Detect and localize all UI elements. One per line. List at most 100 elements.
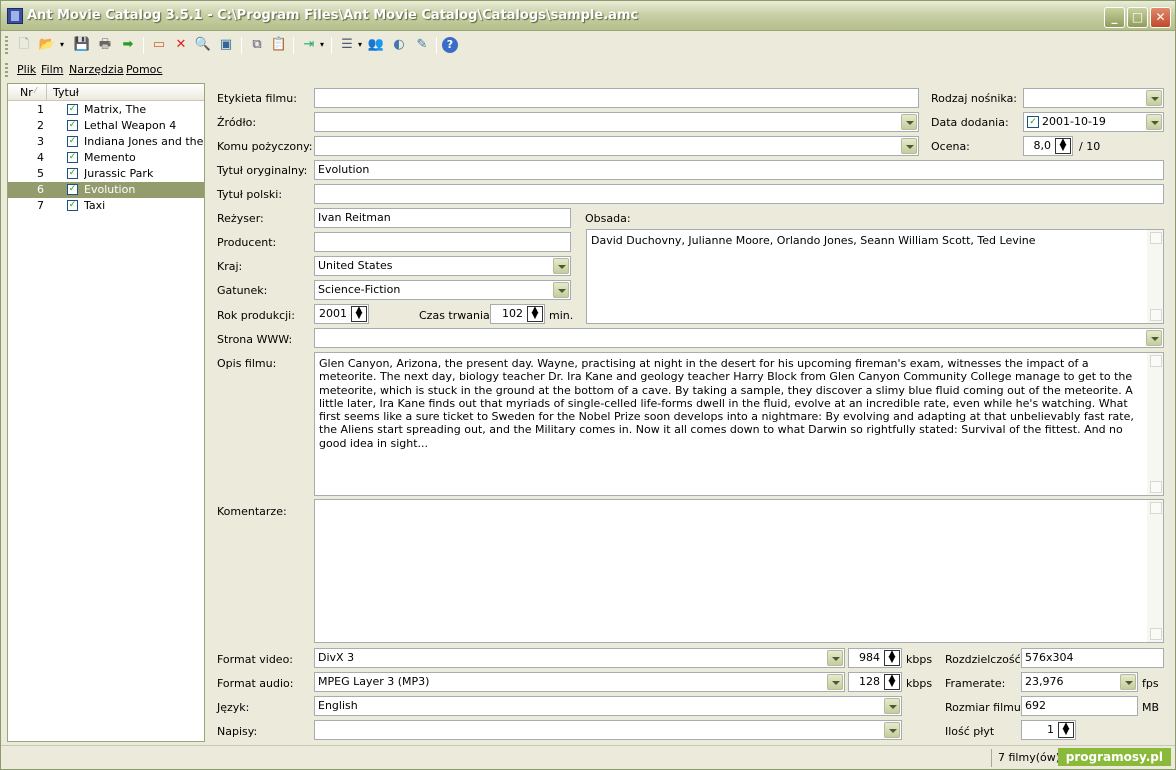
www-select[interactable] (314, 328, 1164, 348)
checkbox-icon[interactable]: ✓ (67, 120, 78, 131)
rozmiar-input[interactable]: 692 (1021, 696, 1138, 716)
paste-icon[interactable]: 📋 (269, 35, 289, 55)
chevron-down-icon[interactable] (901, 138, 917, 154)
zrodlo-select[interactable] (314, 112, 919, 132)
data-dodania-field[interactable]: ✓ 2001-10-19 (1023, 112, 1164, 132)
column-header-title[interactable]: Tytuł (53, 86, 79, 99)
tytul-polski-input[interactable] (314, 184, 1164, 204)
video-kbps-spinner[interactable]: 984 ▲ ▼ (848, 648, 902, 668)
ilosc-spinner[interactable]: 1 ▲ ▼ (1021, 720, 1076, 740)
checkbox-icon[interactable]: ✓ (67, 184, 78, 195)
column-header-nr[interactable]: Nr (20, 86, 33, 99)
sort-indicator-icon: ⁄ (35, 86, 37, 95)
sort-dropdown-icon[interactable]: ▾ (355, 35, 365, 55)
import-icon[interactable]: ⇥ (299, 35, 319, 55)
obsada-textarea[interactable]: David Duchovny, Julianne Moore, Orlando … (586, 229, 1164, 324)
movie-list[interactable]: Nr ⁄ Tytuł 1 ✓ Matrix, The 2 ✓ Lethal Weapon … (7, 83, 205, 742)
menu-narzedzia[interactable]: Narzędzia (69, 63, 124, 76)
chevron-down-icon[interactable] (553, 258, 569, 274)
format-audio-value: MPEG Layer 3 (MP3) (318, 675, 430, 688)
tytul-oryginalny-input[interactable]: Evolution (314, 160, 1164, 180)
label-gatunek: Gatunek: (217, 284, 268, 297)
list-item[interactable]: 2 ✓ Lethal Weapon 4 (8, 118, 204, 134)
opis-scrollbar[interactable] (1147, 353, 1163, 495)
chevron-down-icon[interactable] (553, 282, 569, 298)
checkbox-icon[interactable]: ✓ (1027, 116, 1039, 128)
komentarze-textarea[interactable] (314, 499, 1164, 643)
import-dropdown-icon[interactable]: ▾ (317, 35, 327, 55)
jezyk-select[interactable]: English (314, 696, 902, 716)
export-arrow-icon[interactable]: ➡ (118, 35, 138, 55)
list-item[interactable]: 1 ✓ Matrix, The (8, 102, 204, 118)
checkbox-icon[interactable]: ✓ (67, 136, 78, 147)
komentarze-scrollbar[interactable] (1147, 500, 1163, 642)
delete-icon[interactable]: ✕ (171, 35, 191, 55)
chevron-down-icon[interactable] (884, 698, 900, 714)
statistics-icon[interactable]: ◐ (389, 35, 409, 55)
toolbar-separator (436, 37, 437, 54)
watermark-badge: programosy.pl (1057, 748, 1171, 766)
list-item[interactable]: 7 ✓ Taxi (8, 198, 204, 214)
save-icon[interactable]: 💾 (72, 35, 92, 55)
rozdzielczosc-input[interactable]: 576x304 (1021, 648, 1164, 668)
chevron-down-icon[interactable] (884, 722, 900, 738)
spin-arrows-icon[interactable]: ▲ ▼ (1058, 722, 1074, 738)
checkbox-icon[interactable]: ✓ (67, 168, 78, 179)
list-item[interactable]: 5 ✓ Jurassic Park (8, 166, 204, 182)
opis-textarea[interactable]: Glen Canyon, Arizona, the present day. W… (314, 352, 1164, 496)
spin-arrows-icon[interactable]: ▲ ▼ (351, 306, 367, 322)
checkbox-icon[interactable]: ✓ (67, 104, 78, 115)
spin-arrows-icon[interactable]: ▲ ▼ (527, 306, 543, 322)
rezyser-input[interactable]: Ivan Reitman (314, 208, 571, 228)
title-bar[interactable]: Ant Movie Catalog 3.5.1 - C:\Program Fil… (1, 1, 1175, 31)
sort-icon[interactable]: ☰ (337, 35, 357, 55)
rok-spinner[interactable]: 2001 ▲ ▼ (314, 304, 369, 324)
find-icon[interactable]: 🔍 (193, 35, 213, 55)
menu-plik[interactable]: Plik (17, 63, 36, 76)
format-video-select[interactable]: DivX 3 (314, 648, 845, 668)
options-icon[interactable]: ✎ (412, 35, 432, 55)
open-icon[interactable]: 📂 (37, 35, 57, 55)
etykieta-input[interactable] (314, 88, 919, 108)
gatunek-select[interactable]: Science-Fiction (314, 280, 571, 300)
spin-arrows-icon[interactable]: ▲ ▼ (1055, 138, 1071, 154)
menu-film[interactable]: Film (41, 63, 63, 76)
minimize-button[interactable]: _ (1104, 7, 1125, 28)
help-icon[interactable]: ? (442, 37, 458, 53)
chevron-down-icon[interactable] (1146, 114, 1162, 130)
rodzaj-select[interactable] (1023, 88, 1164, 108)
new-icon[interactable]: 🗋 (14, 35, 34, 55)
producent-input[interactable] (314, 232, 571, 252)
checkbox-icon[interactable]: ✓ (67, 200, 78, 211)
chevron-down-icon[interactable] (827, 650, 843, 666)
picture-icon[interactable]: ▣ (216, 35, 236, 55)
ocena-spinner[interactable]: 8,0 ▲ ▼ (1023, 136, 1073, 156)
chevron-down-icon[interactable] (1120, 674, 1136, 690)
open-dropdown-icon[interactable]: ▾ (57, 35, 67, 55)
audio-kbps-spinner[interactable]: 128 ▲ ▼ (848, 672, 902, 692)
chevron-down-icon[interactable] (901, 114, 917, 130)
add-movie-icon[interactable]: ▭ (149, 35, 169, 55)
checkbox-icon[interactable]: ✓ (67, 152, 78, 163)
format-audio-select[interactable]: MPEG Layer 3 (MP3) (314, 672, 845, 692)
chevron-down-icon[interactable] (1146, 330, 1162, 346)
czas-spinner[interactable]: 102 ▲ ▼ (490, 304, 545, 324)
maximize-button[interactable]: □ (1127, 7, 1148, 28)
list-item[interactable]: 3 ✓ Indiana Jones and the... (8, 134, 204, 150)
print-icon[interactable]: 🖶 (95, 35, 115, 55)
napisy-select[interactable] (314, 720, 902, 740)
obsada-scrollbar[interactable] (1147, 230, 1163, 323)
chevron-down-icon[interactable] (827, 674, 843, 690)
komu-select[interactable] (314, 136, 919, 156)
list-item[interactable]: 6 ✓ Evolution (8, 182, 204, 198)
spin-arrows-icon[interactable]: ▲ ▼ (884, 650, 900, 666)
framerate-select[interactable]: 23,976 (1021, 672, 1138, 692)
copy-icon[interactable]: ⧉ (247, 35, 267, 55)
menu-pomoc[interactable]: Pomoc (126, 63, 162, 76)
list-item[interactable]: 4 ✓ Memento (8, 150, 204, 166)
spin-arrows-icon[interactable]: ▲ ▼ (884, 674, 900, 690)
kraj-select[interactable]: United States (314, 256, 571, 276)
chevron-down-icon[interactable] (1146, 90, 1162, 106)
close-button[interactable]: ✕ (1150, 7, 1171, 28)
users-icon[interactable]: 👥 (366, 35, 386, 55)
